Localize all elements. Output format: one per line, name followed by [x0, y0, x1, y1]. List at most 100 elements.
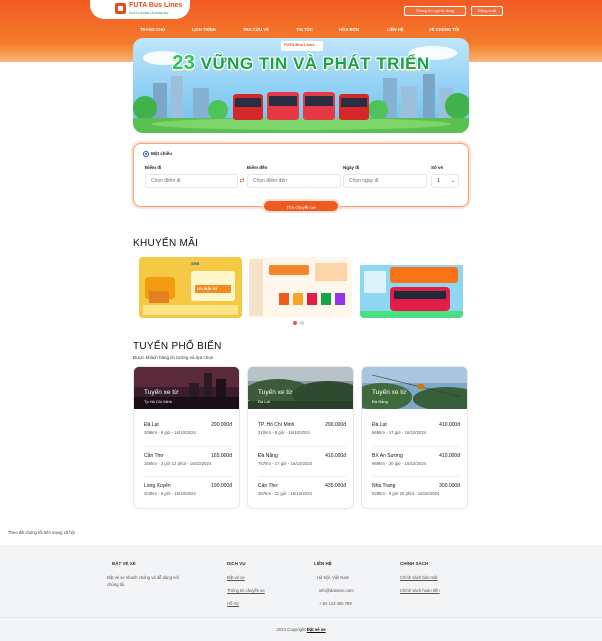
route-row[interactable]: Nha Trang 300.000đ 528km - 9 giờ 25 phút… [372, 483, 460, 503]
route-row[interactable]: BX An Sương 410.000đ 969km - 20 giờ - 16… [372, 453, 460, 473]
to-label: Điểm đến [247, 165, 268, 170]
route-row[interactable]: Long Xuyên 190.000đ 203km - 5 giờ - 16/1… [144, 483, 232, 503]
route-price: 410.000đ [325, 453, 346, 459]
nav-invoice[interactable]: HÓA ĐƠN [339, 27, 359, 32]
route-card-origin: Tp Hồ Chí Minh [144, 399, 173, 404]
route-divider [372, 476, 460, 477]
route-info: 969km - 20 giờ - 16/10/2024 [372, 461, 427, 466]
route-info: 757km - 17 giờ - 16/10/2024 [258, 461, 313, 466]
route-info: 203km - 5 giờ - 16/10/2024 [144, 491, 196, 496]
route-dest: Đà Nẵng [258, 453, 278, 459]
hero-logo: FUTA Bus Lines [281, 41, 323, 51]
nav-home[interactable]: TRANG CHỦ [140, 27, 165, 32]
route-card-heading: Tuyến xe từ [144, 389, 179, 396]
footer-policy-title: CHÍNH SÁCH [400, 561, 429, 566]
promo-dot-2[interactable] [300, 321, 304, 325]
footer-phone[interactable]: + 84 123 456 789 [319, 601, 352, 606]
route-card-heading: Tuyến xe từ [258, 389, 293, 396]
promo-bus[interactable] [360, 257, 463, 318]
social-follow-text: Theo dõi chúng tôi trên mạng xã hội [8, 530, 75, 535]
promo-shb[interactable]: SHB ƯU ĐÃI X3 [139, 257, 242, 318]
promo-futa-image [249, 257, 352, 318]
popular-title: TUYẾN PHỔ BIẾN [133, 341, 222, 352]
user-info-button[interactable]: Thông tin người dùng [404, 6, 466, 16]
route-row[interactable]: Cần Thơ 435.000đ 457km - 11 giờ - 16/10/… [258, 483, 346, 503]
promo-shb-image [139, 257, 242, 318]
footer-link-trip-info[interactable]: Thông tin chuyến xe [227, 588, 265, 593]
route-divider [144, 476, 232, 477]
route-info: 528km - 9 giờ 25 phút - 16/10/2024 [372, 491, 440, 496]
route-dest: Đà Lạt [372, 422, 387, 428]
promo-shb-brand: SHB [191, 261, 200, 266]
nav-schedule[interactable]: LỊCH TRÌNH [192, 27, 216, 32]
footer-divider [0, 617, 602, 618]
from-label: Điểm đi [145, 165, 162, 170]
tickets-select[interactable]: 1 ⌄ [431, 174, 459, 188]
logo[interactable]: FUTA Bus Lines CHẤT LƯỢNG LÀ DANH DỰ [115, 2, 185, 18]
search-button[interactable]: Tìm chuyến xe [262, 199, 340, 213]
route-info: 166km - 3 giờ 12 phút - 16/10/2024 [144, 461, 212, 466]
logo-text: FUTA Bus Lines [129, 2, 183, 9]
footer-booking-text-2: chúng tôi. [107, 582, 126, 587]
route-card-heading: Tuyến xe từ [372, 389, 407, 396]
route-price: 290.000đ [325, 422, 346, 428]
one-way-radio[interactable] [143, 151, 149, 157]
tickets-label: Số vé [431, 165, 444, 170]
promo-dot-1[interactable] [293, 321, 297, 325]
footer-link-support[interactable]: Hỗ trợ [227, 601, 239, 606]
logo-slogan: CHẤT LƯỢNG LÀ DANH DỰ [129, 11, 169, 15]
route-card-hcm[interactable]: Tuyến xe từ Tp Hồ Chí Minh Đà Lạt 290.00… [133, 366, 240, 509]
route-dest: Đà Lạt [144, 422, 159, 428]
route-row[interactable]: Đà Lạt 290.000đ 305km - 8 giờ - 16/10/20… [144, 422, 232, 442]
route-row[interactable]: TP. Hồ Chí Minh 290.000đ 310km - 8 giờ -… [258, 422, 346, 442]
logo-mark-icon [115, 3, 126, 14]
to-input[interactable]: Chọn điểm đến [247, 174, 341, 188]
route-info: 305km - 8 giờ - 16/10/2024 [144, 430, 196, 435]
nav-news[interactable]: TIN TỨC [296, 27, 313, 32]
date-input[interactable]: Chọn ngày đi [343, 174, 427, 188]
nav-about[interactable]: VỀ CHÚNG TÔI [429, 27, 459, 32]
footer-booking-title: ĐẶT VÉ XE [112, 561, 136, 566]
route-divider [258, 446, 346, 447]
chevron-down-icon: ⌄ [450, 178, 455, 184]
hero-banner[interactable]: FUTA Bus Lines 23 VỮNG TIN VÀ PHÁT TRIỂN [133, 38, 469, 133]
footer-link-refund[interactable]: Chính sách hoàn tiền [400, 588, 440, 593]
route-dest: Long Xuyên [144, 483, 171, 489]
route-row[interactable]: Đà Nẵng 410.000đ 757km - 17 giờ - 16/10/… [258, 453, 346, 473]
copyright-link[interactable]: Đặt vé xe [307, 627, 326, 632]
copyright: 2023 Copyright Đặt vé xe [276, 627, 326, 632]
footer-services-title: DỊCH VỤ [227, 561, 246, 566]
search-form: Một chiều Điểm đi Chọn điểm đi ⇄ Điểm đế… [133, 143, 469, 207]
route-divider [258, 476, 346, 477]
route-row[interactable]: Cần Thơ 165.000đ 166km - 3 giờ 12 phút -… [144, 453, 232, 473]
route-price: 190.000đ [211, 483, 232, 489]
promo-bus-image [360, 257, 463, 318]
promo-shb-headline: ƯU ĐÃI X3 [197, 286, 218, 291]
date-label: Ngày đi [343, 165, 360, 170]
one-way-label[interactable]: Một chiều [151, 151, 172, 156]
nav-ticket-lookup[interactable]: TRA CỨU VÉ [243, 27, 269, 32]
route-row[interactable]: Đà Lạt 410.000đ 666km - 17 giờ - 16/10/2… [372, 422, 460, 442]
swap-icon[interactable]: ⇄ [238, 177, 246, 185]
route-divider [372, 446, 460, 447]
footer-link-book[interactable]: Đặt vé xe [227, 575, 245, 580]
route-price: 165.000đ [211, 453, 232, 459]
main-nav: TRANG CHỦ LỊCH TRÌNH TRA CỨU VÉ TIN TỨC … [130, 27, 470, 35]
nav-contact[interactable]: LIÊN HỆ [387, 27, 404, 32]
footer-link-privacy[interactable]: Chính sách bảo mật [400, 575, 437, 580]
route-price: 290.000đ [211, 422, 232, 428]
hero-title: 23 VỮNG TIN VÀ PHÁT TRIỂN [172, 52, 430, 74]
route-card-dalat[interactable]: Tuyến xe từ Đà Lạt TP. Hồ Chí Minh 290.0… [247, 366, 354, 509]
promotions-title: KHUYẾN MÃI [133, 238, 199, 249]
promo-futa[interactable] [249, 257, 352, 318]
route-dest: BX An Sương [372, 453, 403, 459]
from-input[interactable]: Chọn điểm đi [145, 174, 238, 188]
footer-booking-text: Đặt vé xe nhanh chóng và dễ dàng với [107, 575, 179, 580]
logout-button[interactable]: Đăng xuất [471, 6, 503, 16]
route-info: 457km - 11 giờ - 16/10/2024 [258, 491, 312, 496]
route-card-origin: Đà Lạt [258, 399, 270, 404]
footer-email[interactable]: info@datvexe.com [319, 588, 354, 593]
route-dest: Cần Thơ [258, 483, 278, 489]
route-card-danang[interactable]: Tuyến xe từ Đà Nẵng Đà Lạt 410.000đ 666k… [361, 366, 468, 509]
route-info: 310km - 8 giờ - 16/10/2024 [258, 430, 310, 435]
